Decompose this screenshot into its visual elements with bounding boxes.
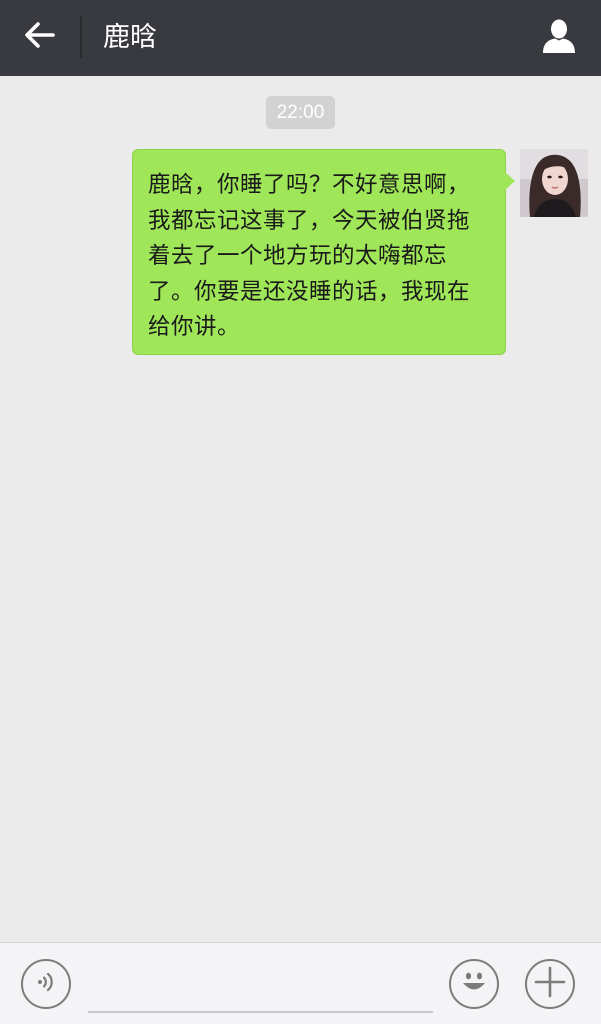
input-bar (0, 942, 601, 1024)
chat-title: 鹿晗 (103, 22, 157, 53)
voice-button[interactable] (21, 959, 71, 1009)
voice-icon (33, 969, 59, 999)
message-timestamp: 22:00 (266, 96, 335, 129)
emoji-icon (457, 965, 491, 1003)
message-input[interactable] (88, 955, 433, 1013)
bubble-tail (505, 172, 515, 190)
outgoing-message-bubble[interactable]: 鹿晗，你睡了吗？不好意思啊，我都忘记这事了，今天被伯贤拖着去了一个地方玩的太嗨都… (132, 149, 506, 355)
top-bar: 鹿晗 (0, 0, 601, 76)
arrow-left-icon (23, 20, 57, 54)
plus-button[interactable] (525, 959, 575, 1009)
person-icon (541, 18, 577, 58)
header-divider (80, 16, 82, 58)
emoji-button[interactable] (449, 959, 499, 1009)
plus-icon (533, 965, 567, 1003)
back-button[interactable] (14, 14, 66, 60)
avatar[interactable] (520, 149, 588, 217)
profile-button[interactable] (535, 14, 583, 62)
